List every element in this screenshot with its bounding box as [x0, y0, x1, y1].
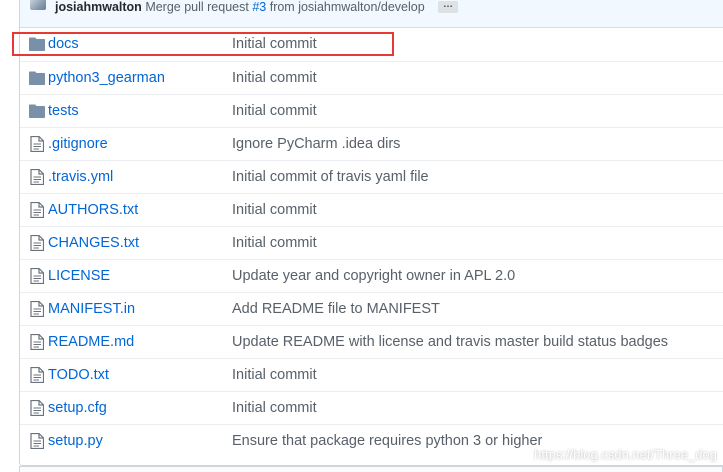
file-name-link[interactable]: CHANGES.txt — [48, 235, 139, 252]
file-name-link[interactable]: .travis.yml — [48, 169, 113, 186]
commit-message-link[interactable]: Initial commit — [232, 36, 317, 53]
file-name-link[interactable]: AUTHORS.txt — [48, 202, 138, 219]
file-name-link[interactable]: .gitignore — [48, 136, 108, 153]
latest-commit-text: josiahmwalton Merge pull request #3 from… — [55, 0, 425, 14]
commit-message-link[interactable]: Ensure that package requires python 3 or… — [232, 433, 542, 450]
commit-message-link[interactable]: Initial commit — [232, 103, 317, 120]
file-icon — [30, 366, 46, 384]
folder-icon — [29, 37, 45, 53]
commit-message-link[interactable]: Initial commit — [232, 235, 317, 252]
commit-author-link[interactable]: josiahmwalton — [55, 0, 142, 14]
file-row[interactable]: docs Initial commit — [20, 28, 723, 61]
file-row[interactable]: tests Initial commit — [20, 94, 723, 127]
pull-request-link[interactable]: #3 — [252, 0, 266, 14]
folder-icon — [29, 104, 45, 120]
commit-message-link[interactable]: Initial commit — [232, 367, 317, 384]
latest-commit-bar: josiahmwalton Merge pull request #3 from… — [20, 0, 723, 28]
file-row[interactable]: python3_gearman Initial commit — [20, 61, 723, 94]
file-list: docs Initial commit python3_gearman Initial… — [20, 28, 723, 457]
file-row[interactable]: .travis.yml Initial commit of travis yaml… — [20, 160, 723, 193]
file-icon — [30, 168, 46, 186]
file-row[interactable]: README.md Update README with license and … — [20, 325, 723, 358]
commit-message-link[interactable]: Update year and copyright owner in APL 2… — [232, 268, 515, 285]
file-icon — [30, 432, 46, 450]
file-icon — [30, 333, 46, 351]
file-row[interactable]: setup.cfg Initial commit — [20, 391, 723, 424]
file-icon — [30, 201, 46, 219]
file-row[interactable]: TODO.txt Initial commit — [20, 358, 723, 391]
next-panel-edge — [19, 466, 723, 472]
file-icon — [30, 135, 46, 153]
file-icon — [30, 300, 46, 318]
commit-message-link[interactable]: Initial commit — [232, 400, 317, 417]
file-name-link[interactable]: setup.cfg — [48, 400, 107, 417]
file-row[interactable]: MANIFEST.in Add README file to MANIFEST — [20, 292, 723, 325]
commit-message-link[interactable]: Initial commit — [232, 70, 317, 87]
file-row[interactable]: LICENSE Update year and copyright owner i… — [20, 259, 723, 292]
author-avatar[interactable] — [30, 0, 46, 10]
file-name-link[interactable]: setup.py — [48, 433, 103, 450]
file-icon — [30, 234, 46, 252]
file-name-link[interactable]: python3_gearman — [48, 70, 165, 87]
file-icon — [30, 399, 46, 417]
file-name-link[interactable]: tests — [48, 103, 79, 120]
commit-message-link[interactable]: Update README with license and travis ma… — [232, 334, 668, 351]
commit-message-link[interactable]: Initial commit of travis yaml file — [232, 169, 429, 186]
repo-file-browser: josiahmwalton Merge pull request #3 from… — [0, 0, 723, 472]
commit-message-prefix[interactable]: Merge pull request — [145, 0, 249, 14]
expand-commit-button[interactable]: … — [438, 0, 458, 13]
file-row[interactable]: .gitignore Ignore PyCharm .idea dirs — [20, 127, 723, 160]
folder-icon — [29, 71, 45, 87]
file-name-link[interactable]: MANIFEST.in — [48, 301, 135, 318]
file-name-link[interactable]: README.md — [48, 334, 134, 351]
file-row[interactable]: AUTHORS.txt Initial commit — [20, 193, 723, 226]
file-icon — [30, 267, 46, 285]
commit-message-suffix[interactable]: from josiahmwalton/develop — [270, 0, 425, 14]
watermark: https://blog.csdn.net/Three_dog — [534, 447, 717, 462]
file-name-link[interactable]: TODO.txt — [48, 367, 109, 384]
file-name-link[interactable]: docs — [48, 36, 79, 53]
file-row[interactable]: CHANGES.txt Initial commit — [20, 226, 723, 259]
commit-message-link[interactable]: Ignore PyCharm .idea dirs — [232, 136, 400, 153]
commit-message-link[interactable]: Initial commit — [232, 202, 317, 219]
file-name-link[interactable]: LICENSE — [48, 268, 110, 285]
commit-message-link[interactable]: Add README file to MANIFEST — [232, 301, 440, 318]
